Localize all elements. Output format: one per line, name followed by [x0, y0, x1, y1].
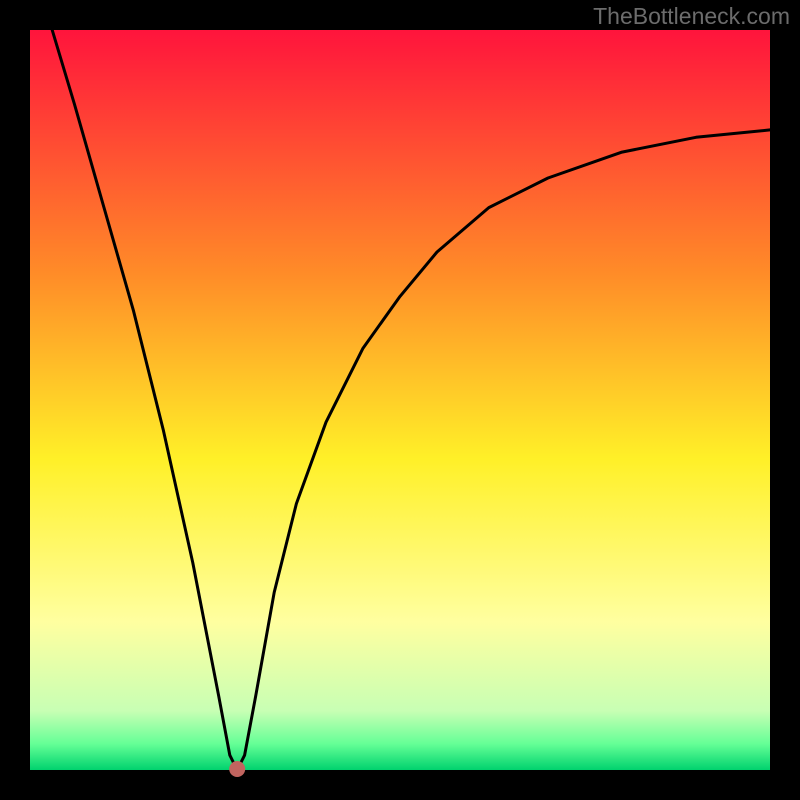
- minimum-marker-icon: [229, 761, 245, 777]
- bottleneck-curve-chart: [0, 0, 800, 800]
- chart-container: TheBottleneck.com: [0, 0, 800, 800]
- watermark-text: TheBottleneck.com: [593, 3, 790, 30]
- plot-area: [30, 30, 770, 770]
